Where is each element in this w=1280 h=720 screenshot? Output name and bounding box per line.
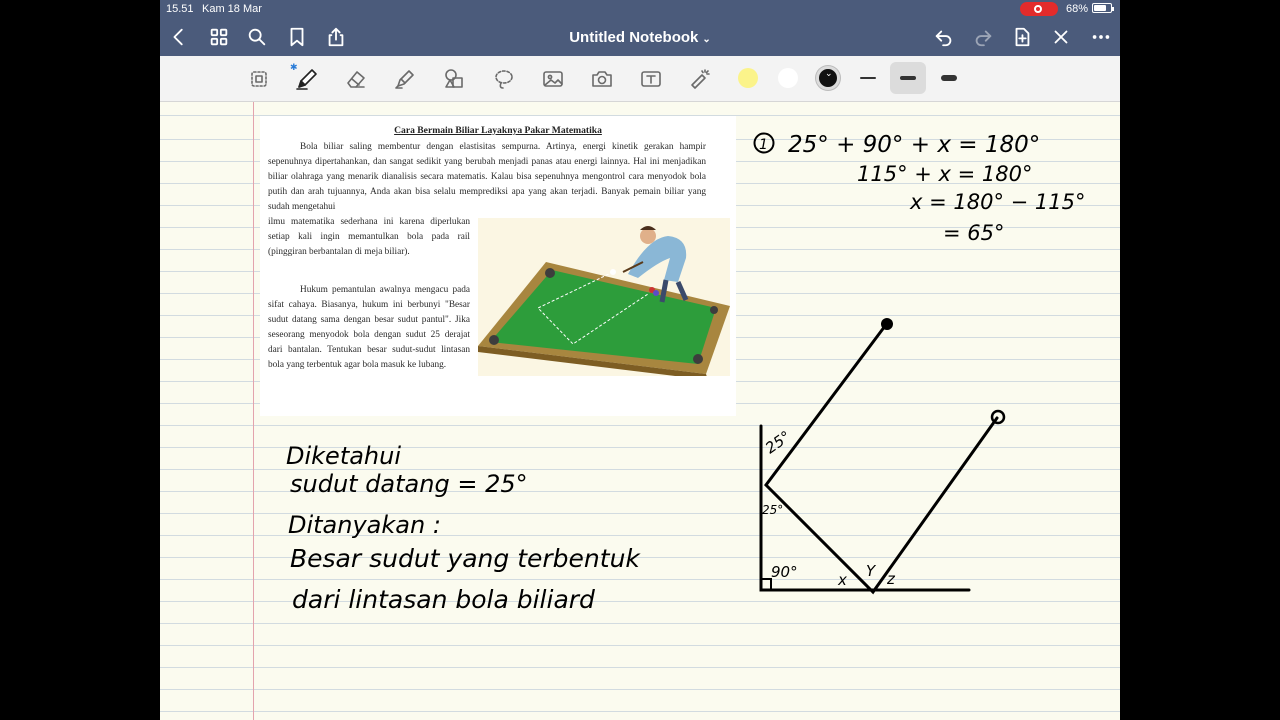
status-bar: 15.51 Kam 18 Mar 68%: [160, 0, 1120, 18]
asked-line-2: dari lintasan bola biliard: [292, 585, 595, 614]
lasso-panel-icon[interactable]: [244, 65, 274, 93]
add-page-icon[interactable]: [1009, 24, 1035, 50]
color-white-swatch[interactable]: [778, 68, 798, 88]
asked-label: Ditanyakan :: [288, 511, 441, 539]
angle-z-label: z: [886, 570, 896, 588]
pen-icon[interactable]: [292, 65, 322, 93]
angle-y-label: Y: [866, 562, 877, 580]
handwritten-ink-layer[interactable]: 1 25° + 90° + x = 180° 115° + x = 180° x…: [160, 102, 1120, 720]
equation-line-2: 115° + x = 180°: [857, 162, 1033, 186]
known-label: Diketahui: [286, 442, 401, 470]
ball-path-line: [764, 320, 999, 595]
more-options-icon[interactable]: [1088, 24, 1114, 50]
reflection-diagram: [759, 320, 999, 595]
notebook-nav-bar: Untitled Notebook ⌄: [160, 18, 1120, 56]
asked-line-1: Besar sudut yang terbentuk: [290, 544, 641, 573]
mid-angle-label: 25°: [762, 503, 783, 517]
camera-icon[interactable]: [587, 65, 617, 93]
stroke-thin-option[interactable]: [860, 77, 876, 79]
undo-icon[interactable]: [931, 24, 957, 50]
equation-line-1: 25° + 90° + x = 180°: [788, 132, 1040, 158]
stroke-thick-option[interactable]: [941, 75, 957, 81]
ipad-screen: 15.51 Kam 18 Mar 68% Untitled Notebook⌄: [160, 0, 1120, 720]
battery-percentage: 68%: [1066, 3, 1089, 15]
right-angle-label: 90°: [771, 563, 798, 581]
laser-pointer-icon[interactable]: [685, 65, 715, 93]
cue-ball-start: [881, 318, 893, 330]
drawing-toolbar: ✱: [160, 56, 1120, 102]
chevron-down-icon: ⌄: [702, 34, 711, 45]
close-tools-icon[interactable]: [1048, 24, 1074, 50]
equation-line-4: = 65°: [943, 221, 1005, 245]
highlighter-icon[interactable]: [390, 65, 420, 93]
status-time: 15.51: [166, 3, 194, 15]
known-value: sudut datang = 25°: [290, 470, 528, 498]
stroke-medium-line: [900, 76, 916, 80]
notebook-page[interactable]: Cara Bermain Biliar Layaknya Pakar Matem…: [160, 102, 1120, 720]
color-yellow-swatch[interactable]: [738, 68, 758, 88]
angle-x-label: x: [837, 571, 847, 589]
status-date: Kam 18 Mar: [202, 3, 262, 15]
image-icon[interactable]: [538, 65, 568, 93]
equation-number: 1: [759, 137, 768, 153]
equation-line-3: x = 180° − 115°: [909, 190, 1086, 214]
battery-icon: [1092, 3, 1114, 13]
stroke-medium-option[interactable]: [890, 62, 926, 94]
eraser-icon[interactable]: [341, 65, 371, 93]
shapes-icon[interactable]: [439, 65, 469, 93]
screen-recording-icon[interactable]: [1020, 2, 1058, 16]
lasso-icon[interactable]: [489, 65, 519, 93]
notebook-title-text: Untitled Notebook: [569, 29, 699, 46]
color-black-swatch[interactable]: [816, 66, 840, 90]
redo-icon[interactable]: [970, 24, 996, 50]
text-icon[interactable]: [636, 65, 666, 93]
